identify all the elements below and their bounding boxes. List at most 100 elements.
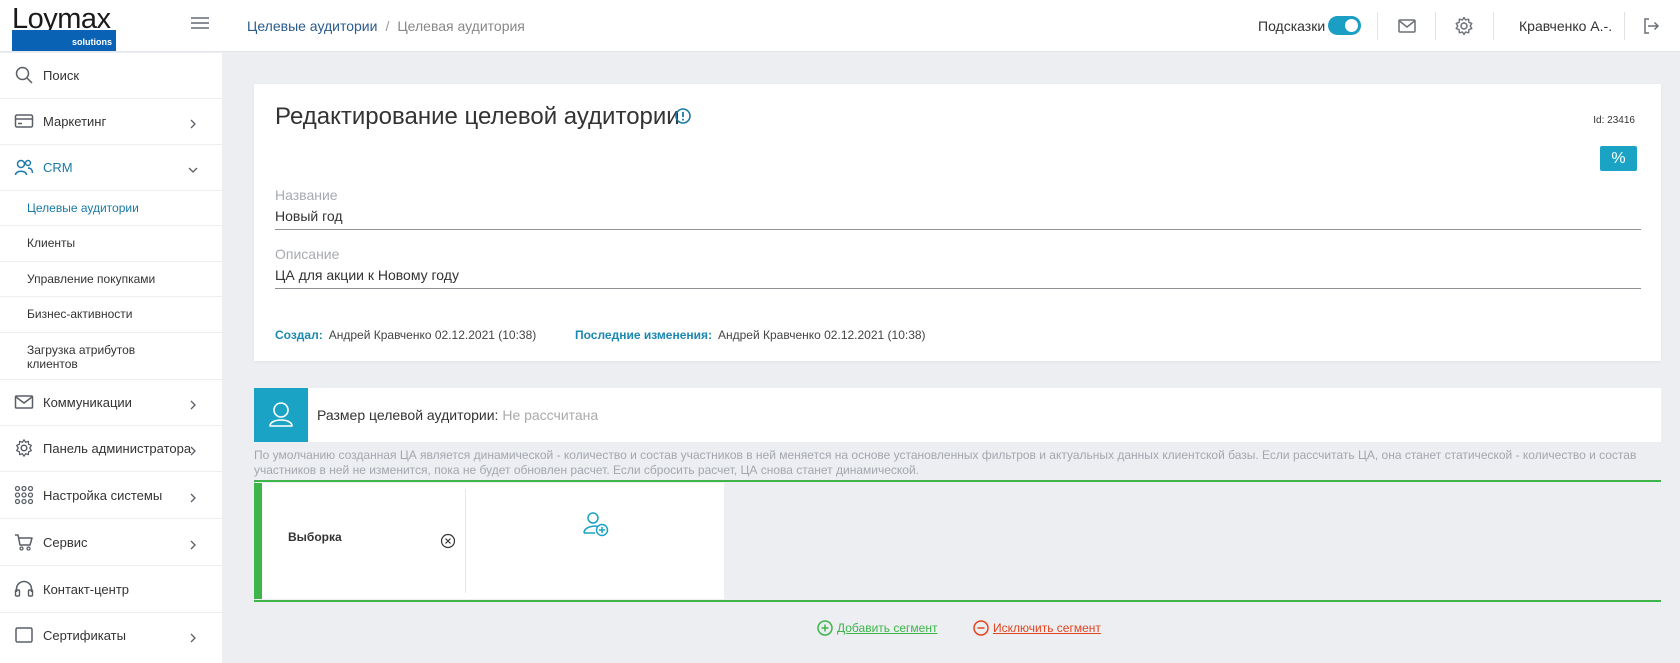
audience-id: Id: 23416	[1593, 115, 1635, 126]
sidebar-item-service[interactable]: Сервис	[0, 520, 222, 566]
top-bar: Loymax solutions Целевые аудитории / Целев…	[0, 0, 1680, 52]
segment-divider	[465, 489, 466, 593]
description-field[interactable]	[275, 265, 1641, 289]
name-label: Название	[275, 187, 338, 203]
exclude-segment-button[interactable]: Исключить сегмент	[973, 620, 1101, 636]
sidebar-item-label: Настройка системы	[43, 488, 163, 503]
divider	[1435, 12, 1436, 40]
sidebar-item-label: Маркетинг	[43, 114, 107, 129]
sidebar-item-label: Сервис	[43, 535, 88, 550]
mail-icon	[14, 392, 34, 412]
sidebar-subitem-purchases[interactable]: Управление покупками	[0, 262, 222, 297]
chevron-right-icon	[188, 538, 198, 550]
users-icon	[14, 157, 34, 177]
sidebar-subitem-label: Бизнес-активности	[27, 307, 133, 321]
selection-segment: Выборка	[262, 483, 724, 599]
card-icon	[14, 111, 34, 131]
sidebar-item-label: Контакт-центр	[43, 582, 130, 597]
breadcrumb: Целевые аудитории / Целевая аудитория	[247, 18, 525, 34]
segment-area: Выборка	[254, 483, 1661, 601]
grid-icon	[14, 485, 34, 505]
name-field[interactable]	[275, 206, 1641, 230]
audience-edit-card: Редактирование целевой аудитории Id: 234…	[254, 84, 1661, 361]
segment-indicator	[254, 483, 262, 599]
info-icon[interactable]	[674, 107, 692, 125]
sidebar-item-search[interactable]: Поиск	[0, 53, 222, 99]
sidebar-item-label: Сертификаты	[43, 628, 126, 643]
sidebar-item-system-settings[interactable]: Настройка системы	[0, 473, 222, 519]
sidebar-item-label: Коммуникации	[43, 395, 132, 410]
sidebar-item-label: Поиск	[43, 68, 80, 83]
add-user-icon[interactable]	[582, 510, 610, 538]
sidebar-item-label: Панель администратора	[43, 441, 192, 456]
chevron-right-icon	[188, 631, 198, 643]
sidebar-subitem-clients[interactable]: Клиенты	[0, 226, 222, 262]
gear-icon[interactable]	[1453, 15, 1475, 37]
segment-title: Выборка	[288, 530, 342, 544]
chevron-down-icon	[188, 163, 198, 173]
menu-icon[interactable]	[191, 17, 209, 31]
sidebar-subitem-label: Целевые аудитории	[27, 201, 139, 215]
chevron-right-icon	[188, 444, 198, 456]
sidebar-item-communications[interactable]: Коммуникации	[0, 380, 222, 426]
breadcrumb-current: Целевая аудитория	[397, 18, 525, 34]
user-name[interactable]: Кравченко А.-.	[1519, 18, 1612, 34]
breadcrumb-link-audiences[interactable]: Целевые аудитории	[247, 18, 377, 34]
sidebar-item-contact-center[interactable]: Контакт-центр	[0, 567, 222, 613]
minus-circle-icon	[973, 620, 989, 636]
percent-button[interactable]: %	[1600, 146, 1637, 171]
sidebar-item-crm[interactable]: CRM	[0, 145, 222, 191]
modified-value: Андрей Кравченко 02.12.2021 (10:38)	[718, 328, 926, 342]
chevron-right-icon	[188, 117, 198, 129]
tips-toggle[interactable]	[1328, 16, 1361, 35]
audience-size-card: Размер целевой аудитории: Не рассчитана	[254, 388, 1661, 442]
breadcrumb-separator: /	[385, 18, 390, 34]
plus-circle-icon	[817, 620, 833, 636]
divider	[1493, 12, 1494, 40]
audience-size-label: Размер целевой аудитории:	[317, 407, 499, 423]
created-value: Андрей Кравченко 02.12.2021 (10:38)	[328, 328, 537, 342]
divider	[1624, 12, 1625, 40]
tips-label: Подсказки	[1258, 18, 1326, 34]
close-circle-icon[interactable]	[440, 533, 456, 549]
audience-size-value: Не рассчитана	[502, 407, 599, 423]
dynamic-note: По умолчанию созданная ЦА является динам…	[254, 448, 1637, 477]
add-segment-label: Добавить сегмент	[837, 621, 938, 635]
sidebar-subitem-attribute-upload[interactable]: Загрузка атрибутов клиентов	[0, 333, 222, 380]
sidebar-item-label: CRM	[43, 160, 73, 175]
add-segment-button[interactable]: Добавить сегмент	[817, 620, 937, 636]
sidebar-item-marketing[interactable]: Маркетинг	[0, 99, 222, 145]
chevron-right-icon	[188, 491, 198, 503]
search-icon	[14, 65, 34, 85]
sidebar-item-certificates[interactable]: Сертификаты	[0, 613, 222, 659]
modified-info: Последние изменения: Андрей Кравченко 02.…	[575, 328, 926, 342]
cart-icon	[14, 532, 34, 552]
audience-size-text: Размер целевой аудитории: Не рассчитана	[317, 407, 598, 423]
sidebar-subitem-label: Клиенты	[27, 236, 76, 250]
chevron-right-icon	[188, 398, 198, 410]
created-label: Создал:	[275, 328, 323, 342]
gear-icon	[14, 438, 34, 458]
headset-icon	[14, 579, 34, 599]
page-title: Редактирование целевой аудитории	[275, 103, 680, 130]
logo[interactable]: Loymax solutions	[12, 5, 116, 51]
divider	[1377, 12, 1378, 40]
segment-top-line	[254, 480, 1661, 482]
sidebar: Поиск Маркетинг CRM Целевые аудитории Кл…	[0, 53, 222, 663]
certificate-icon	[14, 625, 34, 645]
sidebar-subitem-label: Загрузка атрибутов клиентов	[27, 343, 136, 371]
exclude-segment-label: Исключить сегмент	[993, 621, 1101, 635]
logout-icon[interactable]	[1640, 15, 1662, 37]
mail-icon[interactable]	[1396, 15, 1418, 37]
segment-bottom-line	[254, 600, 1661, 602]
sidebar-subitem-target-audiences[interactable]: Целевые аудитории	[0, 191, 222, 226]
sidebar-subitem-business-activities[interactable]: Бизнес-активности	[0, 297, 222, 333]
created-info: Создал: Андрей Кравченко 02.12.2021 (10:3…	[275, 328, 536, 342]
sidebar-subitem-label: Управление покупками	[27, 272, 156, 286]
logo-sub: solutions	[72, 37, 112, 47]
description-label: Описание	[275, 246, 340, 262]
sidebar-item-admin-panel[interactable]: Панель администратора	[0, 426, 222, 472]
user-icon	[254, 388, 308, 442]
modified-label: Последние изменения:	[575, 328, 712, 342]
percent-icon: %	[1611, 150, 1626, 167]
